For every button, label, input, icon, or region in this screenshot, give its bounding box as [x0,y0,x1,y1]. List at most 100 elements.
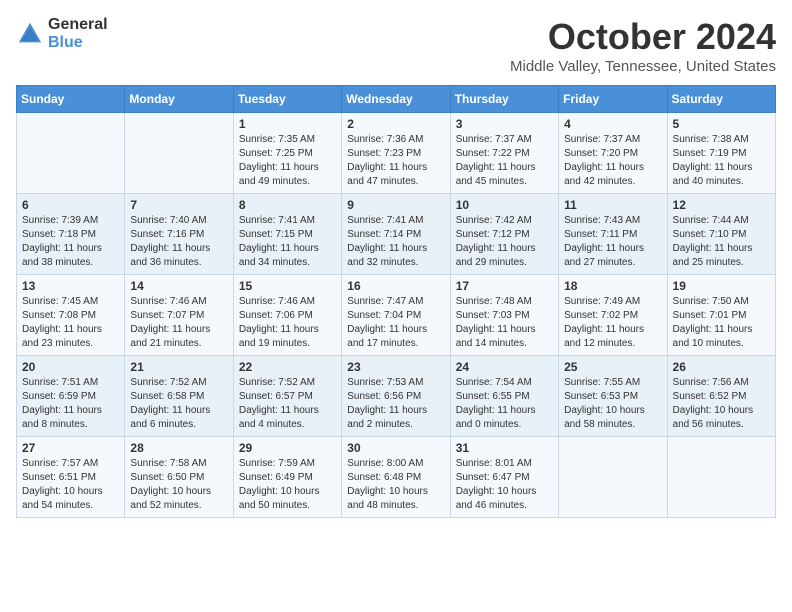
calendar-cell: 29 Sunrise: 7:59 AM Sunset: 6:49 PM Dayli… [233,437,341,518]
day-number: 19 [673,279,770,293]
day-number: 20 [22,360,119,374]
calendar-cell: 20 Sunrise: 7:51 AM Sunset: 6:59 PM Dayli… [17,356,125,437]
day-number: 10 [456,198,553,212]
day-number: 24 [456,360,553,374]
calendar-cell: 6 Sunrise: 7:39 AM Sunset: 7:18 PM Daylig… [17,194,125,275]
day-number: 28 [130,441,227,455]
calendar-week-row: 13Sunrise: 7:45 AM Sunset: 7:08 PM Dayli… [17,275,776,356]
day-info: Sunrise: 7:43 AM Sunset: 7:11 PM Dayligh… [564,214,661,270]
calendar-cell [125,113,233,194]
day-number: 15 [239,279,336,293]
calendar-cell: 15 Sunrise: 7:46 AM Sunset: 7:06 PM Dayli… [233,275,341,356]
calendar-cell: 9 Sunrise: 7:41 AM Sunset: 7:14 PM Daylig… [342,194,450,275]
calendar-table: SundayMondayTuesdayWednesdayThursdayFrid… [16,85,776,518]
day-info: Sunrise: 7:46 AM Sunset: 7:06 PM Dayligh… [239,295,336,351]
calendar-cell: 27Sunrise: 7:57 AM Sunset: 6:51 PM Dayli… [17,437,125,518]
day-info: Sunrise: 7:50 AM Sunset: 7:01 PM Dayligh… [673,295,770,351]
day-number: 7 [130,198,227,212]
title-block: October 2024 Middle Valley, Tennessee, U… [510,16,776,75]
calendar-cell [667,437,775,518]
calendar-week-row: 20 Sunrise: 7:51 AM Sunset: 6:59 PM Dayli… [17,356,776,437]
day-info: Sunrise: 8:01 AM Sunset: 6:47 PM Dayligh… [456,457,553,513]
calendar-header-row: SundayMondayTuesdayWednesdayThursdayFrid… [17,86,776,113]
day-number: 13 [22,279,119,293]
day-number: 31 [456,441,553,455]
day-number: 14 [130,279,227,293]
month-title: October 2024 [510,16,776,58]
day-info: Sunrise: 7:40 AM Sunset: 7:16 PM Dayligh… [130,214,227,270]
day-info: Sunrise: 7:55 AM Sunset: 6:53 PM Dayligh… [564,376,661,432]
day-number: 23 [347,360,444,374]
calendar-cell: 8 Sunrise: 7:41 AM Sunset: 7:15 PM Daylig… [233,194,341,275]
calendar-cell: 18Sunrise: 7:49 AM Sunset: 7:02 PM Dayli… [559,275,667,356]
calendar-cell: 23 Sunrise: 7:53 AM Sunset: 6:56 PM Dayli… [342,356,450,437]
calendar-cell: 14Sunrise: 7:46 AM Sunset: 7:07 PM Dayli… [125,275,233,356]
header-day-saturday: Saturday [667,86,775,113]
calendar-cell [559,437,667,518]
calendar-cell: 7 Sunrise: 7:40 AM Sunset: 7:16 PM Daylig… [125,194,233,275]
logo: General Blue [16,16,108,52]
day-number: 17 [456,279,553,293]
calendar-cell: 24 Sunrise: 7:54 AM Sunset: 6:55 PM Dayli… [450,356,558,437]
day-number: 16 [347,279,444,293]
logo-icon [16,20,44,48]
day-number: 9 [347,198,444,212]
day-info: Sunrise: 7:36 AM Sunset: 7:23 PM Dayligh… [347,133,444,189]
calendar-week-row: 27Sunrise: 7:57 AM Sunset: 6:51 PM Dayli… [17,437,776,518]
calendar-cell: 1Sunrise: 7:35 AM Sunset: 7:25 PM Daylig… [233,113,341,194]
day-number: 25 [564,360,661,374]
day-number: 21 [130,360,227,374]
header-day-monday: Monday [125,86,233,113]
calendar-cell: 13Sunrise: 7:45 AM Sunset: 7:08 PM Dayli… [17,275,125,356]
day-info: Sunrise: 7:38 AM Sunset: 7:19 PM Dayligh… [673,133,770,189]
calendar-cell: 28 Sunrise: 7:58 AM Sunset: 6:50 PM Dayli… [125,437,233,518]
day-number: 1 [239,117,336,131]
calendar-cell: 2 Sunrise: 7:36 AM Sunset: 7:23 PM Daylig… [342,113,450,194]
day-number: 22 [239,360,336,374]
calendar-cell: 26Sunrise: 7:56 AM Sunset: 6:52 PM Dayli… [667,356,775,437]
day-info: Sunrise: 7:41 AM Sunset: 7:15 PM Dayligh… [239,214,336,270]
day-info: Sunrise: 7:47 AM Sunset: 7:04 PM Dayligh… [347,295,444,351]
header-day-wednesday: Wednesday [342,86,450,113]
day-info: Sunrise: 8:00 AM Sunset: 6:48 PM Dayligh… [347,457,444,513]
calendar-week-row: 6 Sunrise: 7:39 AM Sunset: 7:18 PM Daylig… [17,194,776,275]
day-info: Sunrise: 7:37 AM Sunset: 7:22 PM Dayligh… [456,133,553,189]
header-day-sunday: Sunday [17,86,125,113]
calendar-cell: 30Sunrise: 8:00 AM Sunset: 6:48 PM Dayli… [342,437,450,518]
day-number: 27 [22,441,119,455]
day-info: Sunrise: 7:53 AM Sunset: 6:56 PM Dayligh… [347,376,444,432]
day-number: 8 [239,198,336,212]
logo-text: General Blue [48,16,108,52]
day-info: Sunrise: 7:41 AM Sunset: 7:14 PM Dayligh… [347,214,444,270]
calendar-cell: 3 Sunrise: 7:37 AM Sunset: 7:22 PM Daylig… [450,113,558,194]
day-info: Sunrise: 7:49 AM Sunset: 7:02 PM Dayligh… [564,295,661,351]
day-info: Sunrise: 7:37 AM Sunset: 7:20 PM Dayligh… [564,133,661,189]
calendar-cell: 16 Sunrise: 7:47 AM Sunset: 7:04 PM Dayli… [342,275,450,356]
day-number: 4 [564,117,661,131]
day-info: Sunrise: 7:48 AM Sunset: 7:03 PM Dayligh… [456,295,553,351]
calendar-cell: 17 Sunrise: 7:48 AM Sunset: 7:03 PM Dayli… [450,275,558,356]
day-info: Sunrise: 7:52 AM Sunset: 6:57 PM Dayligh… [239,376,336,432]
calendar-cell: 5Sunrise: 7:38 AM Sunset: 7:19 PM Daylig… [667,113,775,194]
day-info: Sunrise: 7:51 AM Sunset: 6:59 PM Dayligh… [22,376,119,432]
calendar-body: 1Sunrise: 7:35 AM Sunset: 7:25 PM Daylig… [17,113,776,518]
day-number: 29 [239,441,336,455]
day-info: Sunrise: 7:52 AM Sunset: 6:58 PM Dayligh… [130,376,227,432]
day-number: 11 [564,198,661,212]
page-header: General Blue October 2024 Middle Valley,… [16,16,776,75]
day-number: 26 [673,360,770,374]
calendar-cell: 19 Sunrise: 7:50 AM Sunset: 7:01 PM Dayli… [667,275,775,356]
header-day-friday: Friday [559,86,667,113]
calendar-cell: 11 Sunrise: 7:43 AM Sunset: 7:11 PM Dayli… [559,194,667,275]
calendar-cell: 4 Sunrise: 7:37 AM Sunset: 7:20 PM Daylig… [559,113,667,194]
calendar-cell: 12Sunrise: 7:44 AM Sunset: 7:10 PM Dayli… [667,194,775,275]
day-info: Sunrise: 7:58 AM Sunset: 6:50 PM Dayligh… [130,457,227,513]
location-title: Middle Valley, Tennessee, United States [510,58,776,75]
day-number: 2 [347,117,444,131]
day-number: 6 [22,198,119,212]
calendar-cell: 10Sunrise: 7:42 AM Sunset: 7:12 PM Dayli… [450,194,558,275]
day-info: Sunrise: 7:59 AM Sunset: 6:49 PM Dayligh… [239,457,336,513]
day-info: Sunrise: 7:54 AM Sunset: 6:55 PM Dayligh… [456,376,553,432]
day-info: Sunrise: 7:39 AM Sunset: 7:18 PM Dayligh… [22,214,119,270]
day-number: 3 [456,117,553,131]
